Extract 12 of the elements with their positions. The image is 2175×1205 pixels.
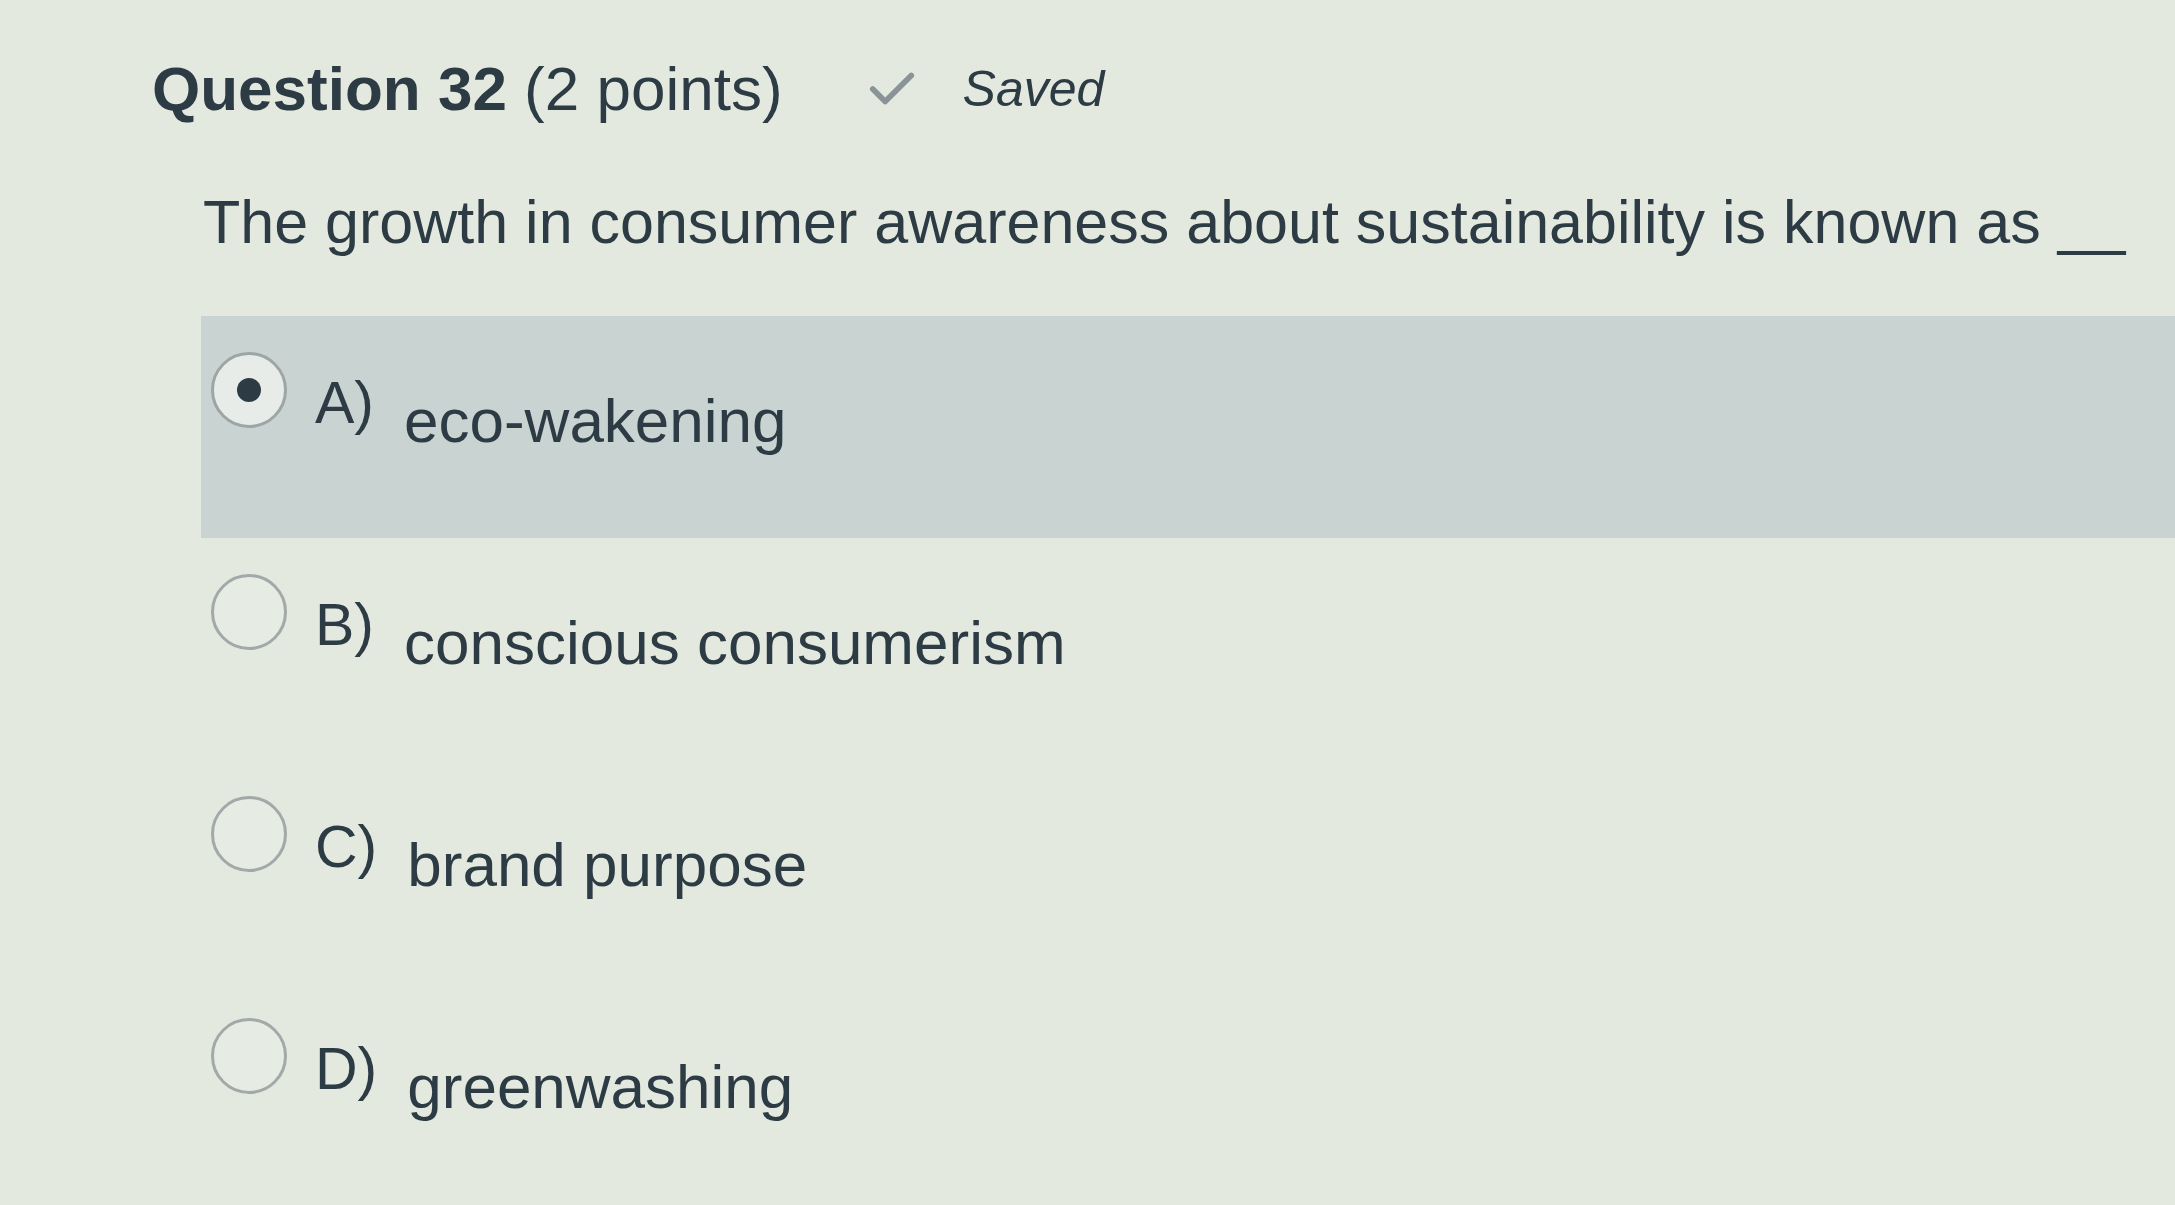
saved-status: Saved	[962, 60, 1105, 120]
option-letter: C)	[315, 812, 378, 882]
answer-text: greenwashing	[407, 1050, 794, 1123]
answer-text: eco-wakening	[404, 384, 787, 457]
option-letter: B)	[315, 590, 374, 660]
check-icon	[868, 72, 915, 107]
question-text: The growth in consumer awareness about sustainability is known as __	[203, 187, 2127, 259]
option-letter: D)	[315, 1034, 378, 1104]
answer-text: brand purpose	[407, 828, 808, 901]
question-title: Question 32 (2 points)	[152, 53, 783, 125]
option-letter: A)	[315, 368, 374, 438]
answer-text: conscious consumerism	[404, 606, 1066, 679]
